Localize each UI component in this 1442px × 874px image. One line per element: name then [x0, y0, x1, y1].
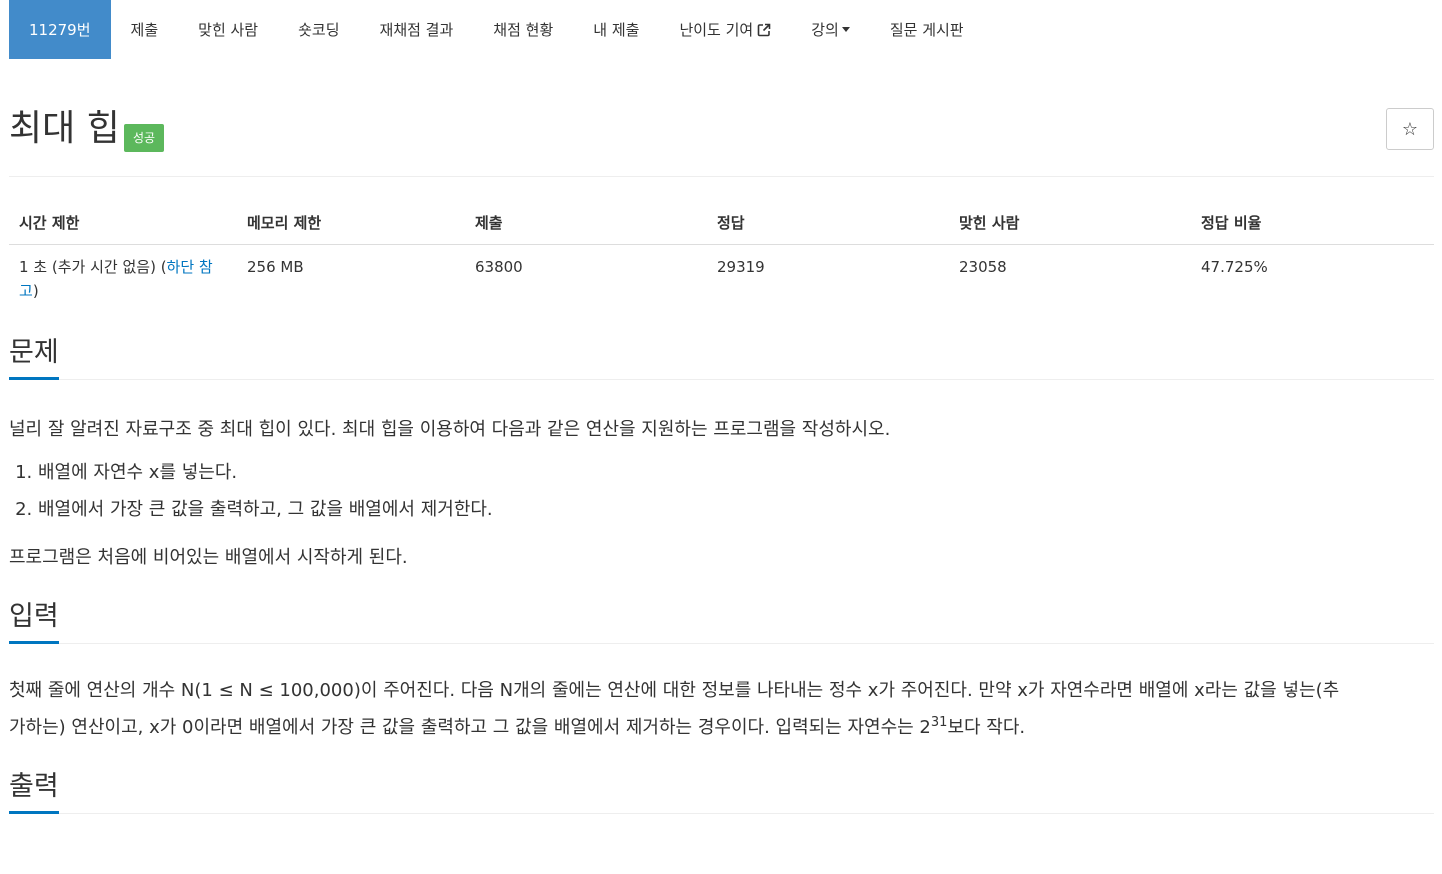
nav-rejudge-results[interactable]: 재채점 결과 [360, 0, 474, 59]
output-section: 출력 [9, 768, 1434, 814]
nav-label: 맞힌 사람 [198, 21, 259, 39]
description-section: 문제 널리 잘 알려진 자료구조 중 최대 힙이 있다. 최대 힙을 이용하여 … [9, 334, 1434, 576]
input-section: 입력 첫째 줄에 연산의 개수 N(1 ≤ N ≤ 100,000)이 주어진다… [9, 598, 1434, 746]
external-link-icon [757, 23, 771, 37]
header-submissions: 제출 [465, 204, 707, 245]
nav-question-board[interactable]: 질문 게시판 [870, 0, 984, 59]
nav-my-submissions[interactable]: 내 제출 [573, 0, 659, 59]
nav-difficulty-contribution[interactable]: 난이도 기여 [659, 0, 791, 59]
nav-label: 강의 [811, 21, 839, 39]
nav-lectures-dropdown[interactable]: 강의 [791, 0, 870, 59]
input-text-line1: 첫째 줄에 연산의 개수 N(1 ≤ N ≤ 100,000)이 주어진다. 다… [9, 680, 1340, 701]
time-limit-cell: 1 초 (추가 시간 없음) (하단 참고) [9, 245, 237, 314]
memory-limit-cell: 256 MB [247, 258, 304, 276]
description-outro: 프로그램은 처음에 비어있는 배열에서 시작하게 된다. [9, 547, 408, 568]
nav-label: 11279번 [29, 21, 91, 39]
nav-problem-number[interactable]: 11279번 [9, 0, 111, 59]
list-item: 배열에서 가장 큰 값을 출력하고, 그 값을 배열에서 제거한다. [38, 491, 1434, 528]
table-header-row: 시간 제한 메모리 제한 제출 정답 맞힌 사람 정답 비율 [9, 204, 1434, 245]
nav-label: 숏코딩 [298, 21, 340, 39]
problem-title-row: 최대 힙 성공 ☆ [9, 59, 1434, 177]
input-heading: 입력 [9, 598, 59, 644]
section-headline: 문제 [9, 334, 1434, 380]
header-accepted: 정답 [707, 204, 949, 245]
nav-label: 내 제출 [593, 21, 640, 39]
header-memory-limit: 메모리 제한 [237, 204, 465, 245]
star-icon: ☆ [1401, 118, 1419, 140]
nav-label: 난이도 기여 [679, 21, 754, 39]
nav-label: 재채점 결과 [379, 21, 454, 39]
section-headline: 출력 [9, 768, 1434, 814]
operations-list: 배열에 자연수 x를 넣는다. 배열에서 가장 큰 값을 출력하고, 그 값을 … [9, 454, 1434, 528]
section-headline: 입력 [9, 598, 1434, 644]
problem-menu: 11279번 제출 맞힌 사람 숏코딩 재채점 결과 채점 현황 내 제출 난이… [9, 0, 1434, 59]
solved-users-cell: 23058 [959, 258, 1007, 276]
header-accept-ratio: 정답 비율 [1191, 204, 1434, 245]
input-description: 첫째 줄에 연산의 개수 N(1 ≤ N ≤ 100,000)이 주어진다. 다… [9, 672, 1434, 746]
submissions-cell: 63800 [475, 258, 523, 276]
problem-title: 최대 힙 [9, 108, 120, 149]
input-text-line2: 가하는) 연산이고, x가 0이라면 배열에서 가장 큰 값을 출력하고 그 값… [9, 717, 931, 738]
nav-solved-users[interactable]: 맞힌 사람 [178, 0, 278, 59]
list-item: 배열에 자연수 x를 넣는다. [38, 454, 1434, 491]
favorite-button[interactable]: ☆ [1386, 108, 1434, 150]
description-intro: 널리 잘 알려진 자료구조 중 최대 힙이 있다. 최대 힙을 이용하여 다음과… [9, 419, 891, 440]
accept-ratio-cell: 47.725% [1201, 258, 1268, 276]
problem-info-table: 시간 제한 메모리 제한 제출 정답 맞힌 사람 정답 비율 1 초 (추가 시… [9, 204, 1434, 313]
nav-judge-status[interactable]: 채점 현황 [473, 0, 573, 59]
caret-down-icon [841, 27, 850, 32]
nav-label: 채점 현황 [493, 21, 554, 39]
exponent: 31 [930, 715, 948, 730]
input-text-line2-end: 보다 작다. [947, 717, 1026, 738]
time-limit-suffix: ) [32, 282, 39, 300]
header-solved-users: 맞힌 사람 [949, 204, 1191, 245]
nav-label: 질문 게시판 [889, 21, 964, 39]
header-time-limit: 시간 제한 [9, 204, 237, 245]
table-row: 1 초 (추가 시간 없음) (하단 참고) 256 MB 63800 2931… [9, 245, 1434, 314]
nav-submit[interactable]: 제출 [111, 0, 179, 59]
accepted-cell: 29319 [717, 258, 765, 276]
nav-label: 제출 [130, 21, 159, 39]
output-heading: 출력 [9, 768, 59, 814]
problem-page: 11279번 제출 맞힌 사람 숏코딩 재채점 결과 채점 현황 내 제출 난이… [0, 0, 1442, 874]
nav-short-coding[interactable]: 숏코딩 [278, 0, 359, 59]
time-limit-text: 1 초 (추가 시간 없음) ( [19, 258, 167, 276]
success-badge: 성공 [124, 124, 165, 152]
description-heading: 문제 [9, 334, 59, 380]
